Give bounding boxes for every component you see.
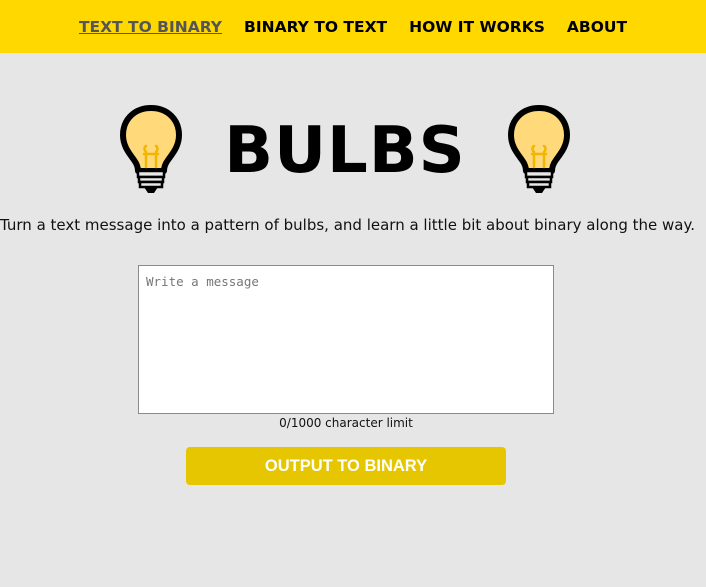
page-title: BULBS — [224, 114, 466, 188]
output-to-binary-button[interactable]: OUTPUT TO BINARY — [186, 447, 506, 485]
hero-banner: BULBS — [0, 100, 706, 200]
lightbulb-icon — [508, 105, 570, 193]
nav-link-binary-to-text[interactable]: BINARY TO TEXT — [244, 18, 387, 36]
message-input[interactable] — [138, 265, 554, 414]
tagline: Turn a text message into a pattern of bu… — [0, 216, 695, 234]
nav-link-about[interactable]: ABOUT — [567, 18, 627, 36]
top-navbar: TEXT TO BINARY BINARY TO TEXT HOW IT WOR… — [0, 0, 706, 53]
nav-link-how-it-works[interactable]: HOW IT WORKS — [409, 18, 545, 36]
character-limit-counter: 0/1000 character limit — [279, 416, 413, 430]
nav-link-text-to-binary[interactable]: TEXT TO BINARY — [79, 18, 222, 36]
